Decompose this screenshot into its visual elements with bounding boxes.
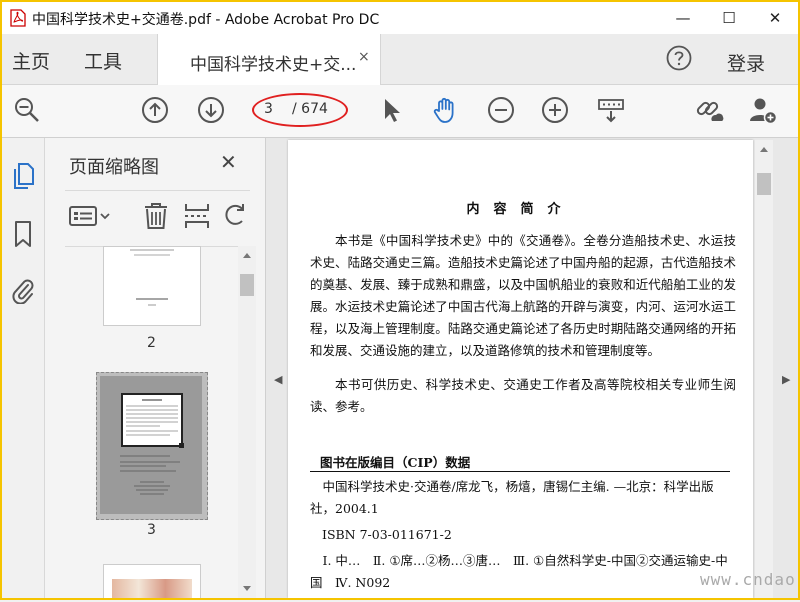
- minimize-button[interactable]: —: [660, 2, 706, 34]
- thumbnail-scrollbar[interactable]: [238, 246, 256, 598]
- delete-page-icon[interactable]: [141, 201, 171, 231]
- tab-document[interactable]: 中国科学技术史+交... ×: [157, 34, 381, 85]
- tab-bar: 主页 工具 中国科学技术史+交... × 登录: [2, 34, 798, 85]
- page-thumbnails-icon[interactable]: [10, 162, 36, 190]
- document-view[interactable]: ◀ 内容简介 本书是《中国科学技术史》中的《交通卷》。全卷分造船技术史、水运技术…: [266, 138, 798, 598]
- page-3-preview: [100, 376, 202, 514]
- page-thumbnail[interactable]: [103, 246, 201, 326]
- zoom-out-icon[interactable]: [486, 95, 516, 125]
- bookmarks-icon[interactable]: [10, 220, 36, 248]
- share-link-icon[interactable]: [694, 95, 724, 125]
- panel-title: 页面缩略图: [69, 157, 159, 178]
- document-tab-label: 中国科学技术史+交...: [190, 55, 357, 75]
- maximize-button[interactable]: ☐: [706, 2, 752, 34]
- options-menu-icon[interactable]: [69, 201, 113, 231]
- tab-tools[interactable]: 工具: [84, 47, 122, 74]
- thumbnail-label: 2: [147, 335, 156, 351]
- cip-isbn: ISBN 7-03-011671-2: [322, 527, 452, 542]
- attachments-icon[interactable]: [10, 276, 36, 304]
- select-cursor-icon[interactable]: [376, 95, 406, 125]
- cip-citation: 中国科学技术史·交通卷/席龙飞，杨熺，唐锡仁主编. —北京：科学出版社，2004…: [310, 479, 714, 516]
- thumbnail-toolbar: [65, 190, 250, 247]
- cip-heading: 图书在版编目（CIP）数据: [320, 455, 471, 470]
- page-2-preview: [130, 249, 174, 306]
- document-scrollbar[interactable]: [755, 140, 773, 598]
- next-page-icon[interactable]: [196, 95, 226, 125]
- page-thumbnails-panel: 页面缩略图 ✕ 2 3: [45, 138, 266, 598]
- toolbar: 3 / 674: [2, 85, 798, 138]
- tab-home[interactable]: 主页: [12, 47, 50, 74]
- page-heading: 内容简介: [466, 202, 575, 217]
- page-display-icon[interactable]: [596, 95, 626, 125]
- zoom-search-icon[interactable]: [12, 95, 42, 125]
- close-panel-button[interactable]: ✕: [220, 150, 237, 174]
- page-total-label: / 674: [292, 101, 328, 117]
- pdf-page: 内容简介 本书是《中国科学技术史》中的《交通卷》。全卷分造船技术史、水运技术史、…: [288, 140, 753, 598]
- audience-paragraph: 本书可供历史、科学技术史、交通史工作者及高等院校相关专业师生阅读、参考。: [310, 377, 736, 414]
- page-thumbnail[interactable]: [103, 564, 201, 598]
- zoom-in-icon[interactable]: [540, 95, 570, 125]
- hand-tool-icon[interactable]: [430, 95, 460, 125]
- help-icon[interactable]: [666, 45, 692, 71]
- add-user-icon[interactable]: [748, 95, 778, 125]
- thumbnail-list: 2 3: [45, 246, 235, 598]
- thumbnail-label: 3: [147, 522, 156, 538]
- page-number-field[interactable]: 3 / 674: [258, 99, 348, 121]
- insert-page-icon[interactable]: [182, 201, 212, 231]
- rotate-page-icon[interactable]: [222, 201, 250, 231]
- navigation-rail: [2, 138, 45, 598]
- summary-paragraph: 本书是《中国科学技术史》中的《交通卷》。全卷分造船技术史、水运技术史、陆路交通史…: [310, 233, 736, 358]
- collapse-right-panel-arrow[interactable]: ▶: [782, 373, 790, 386]
- previous-page-icon[interactable]: [140, 95, 170, 125]
- site-watermark: www.cndao.com: [700, 570, 800, 589]
- page-4-preview-image: [112, 579, 192, 598]
- collapse-left-panel-arrow[interactable]: ◀: [274, 373, 282, 386]
- title-bar: 中国科学技术史+交通卷.pdf - Adobe Acrobat Pro DC —…: [2, 2, 798, 34]
- cip-subjects: Ⅰ. 中… Ⅱ. ①席…②杨…③唐… Ⅲ. ①自然科学史-中国②交通运输史-中国…: [310, 553, 728, 590]
- page-thumbnail-selected[interactable]: [96, 372, 208, 520]
- login-button[interactable]: 登录: [727, 49, 765, 76]
- close-tab-button[interactable]: ×: [358, 49, 370, 65]
- acrobat-pdf-icon: [10, 9, 26, 27]
- window-title: 中国科学技术史+交通卷.pdf - Adobe Acrobat Pro DC: [32, 12, 380, 28]
- cip-divider: [310, 471, 730, 472]
- page-current-input[interactable]: 3: [264, 101, 273, 117]
- close-window-button[interactable]: ✕: [752, 2, 798, 34]
